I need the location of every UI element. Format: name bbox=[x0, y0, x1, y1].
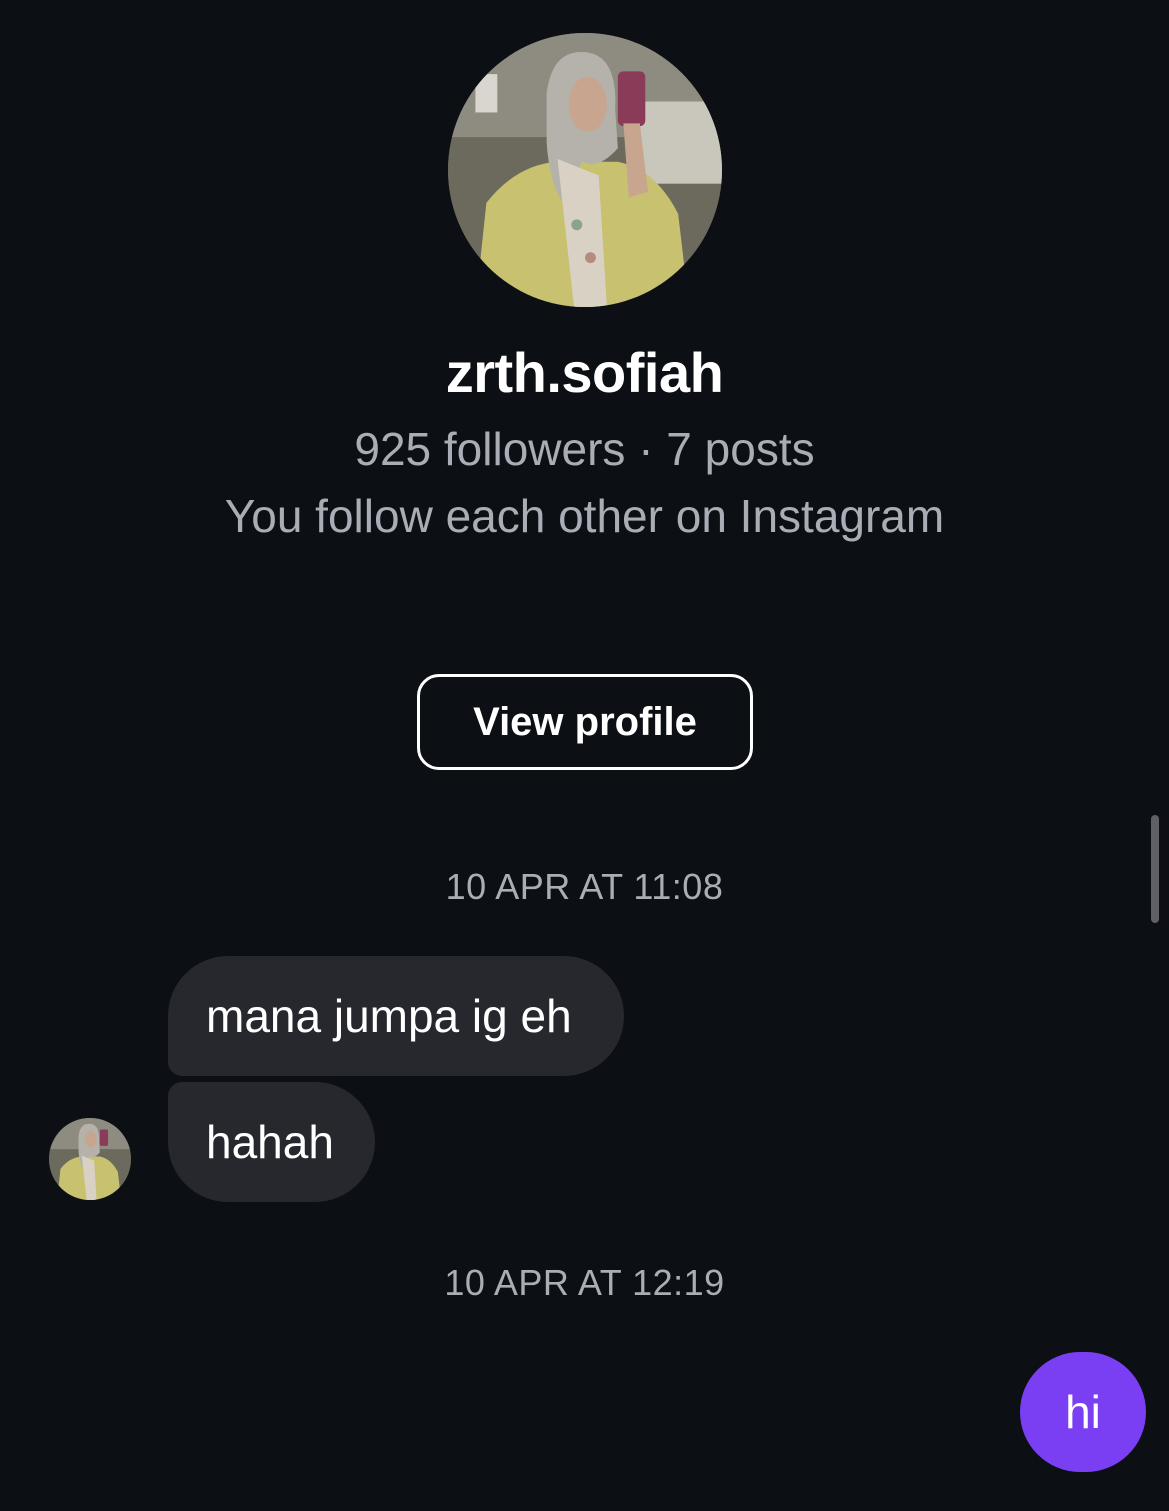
message-text: mana jumpa ig eh bbox=[206, 990, 572, 1042]
outgoing-message-bubble[interactable]: hi bbox=[1020, 1352, 1146, 1472]
scrollbar-thumb[interactable] bbox=[1151, 815, 1159, 923]
mutual-follow-note: You follow each other on Instagram bbox=[224, 490, 945, 542]
message-timestamp: 10 APR AT 11:08 bbox=[445, 866, 724, 907]
message-text: hi bbox=[1065, 1386, 1101, 1438]
message-text: hahah bbox=[206, 1116, 334, 1168]
profile-username: zrth.sofiah bbox=[445, 341, 724, 404]
view-profile-button[interactable]: View profile bbox=[417, 674, 753, 770]
avatar-photo-icon bbox=[49, 1118, 131, 1200]
message-timestamp: 10 APR AT 12:19 bbox=[444, 1262, 725, 1303]
sender-avatar[interactable] bbox=[49, 1118, 131, 1200]
incoming-message-bubble[interactable]: mana jumpa ig eh bbox=[168, 956, 624, 1076]
profile-avatar[interactable] bbox=[448, 33, 722, 307]
incoming-message-bubble[interactable]: hahah bbox=[168, 1082, 375, 1202]
avatar-photo-icon bbox=[448, 33, 722, 307]
profile-stats: 925 followers · 7 posts bbox=[354, 423, 815, 475]
